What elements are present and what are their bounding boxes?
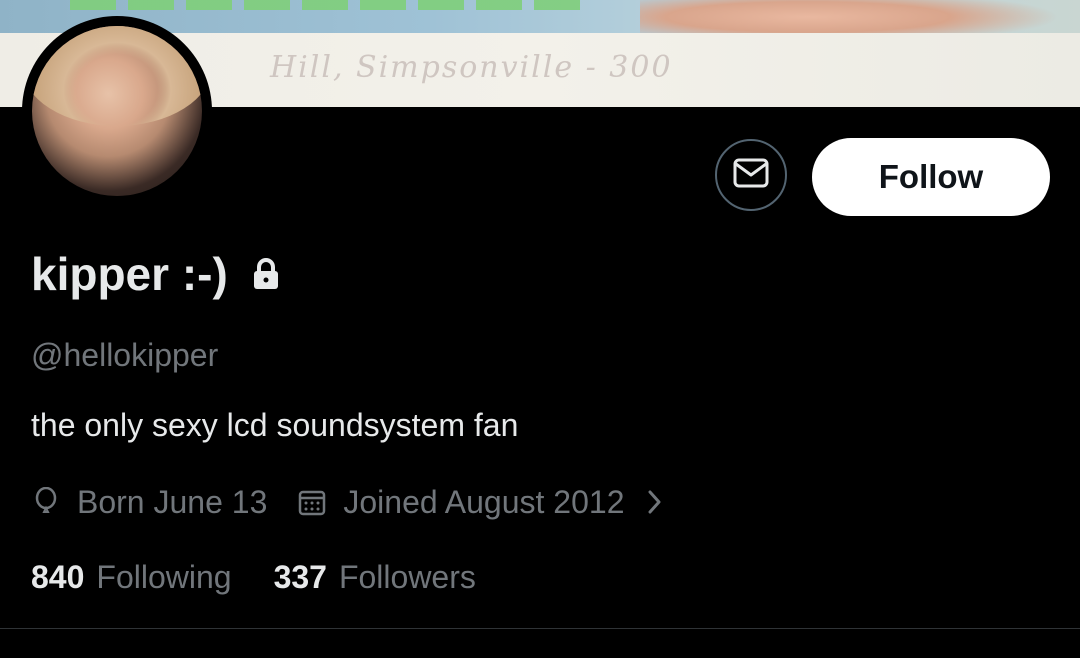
- bio: the only sexy lcd soundsystem fan: [31, 407, 519, 443]
- avatar-photo: [32, 26, 202, 196]
- envelope-icon: [733, 158, 769, 192]
- following-label: Following: [96, 558, 232, 595]
- handle: @hellokipper: [31, 337, 219, 373]
- following-count: 840: [31, 558, 85, 595]
- followers-link[interactable]: 337 Followers: [274, 559, 476, 596]
- calendar-icon: [297, 487, 327, 517]
- display-name: kipper :-): [31, 248, 228, 300]
- chevron-right-icon[interactable]: [646, 488, 664, 516]
- followers-label: Followers: [338, 558, 476, 595]
- profile-page: Hill, Simpsonville - 300 Follow kipper :…: [0, 0, 1080, 658]
- banner-graphic-text: [70, 0, 580, 10]
- lock-icon: [250, 256, 282, 292]
- birthday-item: Born June 13: [31, 484, 267, 521]
- follow-stats: 840 Following 337 Followers: [31, 555, 476, 599]
- birthday-text: Born June 13: [77, 483, 268, 520]
- banner-hand-image: [640, 0, 1060, 35]
- following-link[interactable]: 840 Following: [31, 559, 232, 596]
- divider: [0, 628, 1080, 629]
- follow-button[interactable]: Follow: [812, 138, 1050, 216]
- joined-text: Joined August 2012: [343, 483, 625, 520]
- profile-meta: Born June 13 Joined August 2012: [31, 480, 664, 524]
- balloon-icon: [31, 487, 61, 517]
- joined-item: Joined August 2012: [297, 484, 624, 521]
- followers-count: 337: [273, 558, 327, 595]
- avatar[interactable]: [22, 16, 212, 206]
- banner-handwritten-text: Hill, Simpsonville - 300: [270, 50, 673, 85]
- avatar-hair: [32, 26, 202, 126]
- message-button[interactable]: [715, 139, 787, 211]
- name-row: kipper :-): [31, 246, 282, 302]
